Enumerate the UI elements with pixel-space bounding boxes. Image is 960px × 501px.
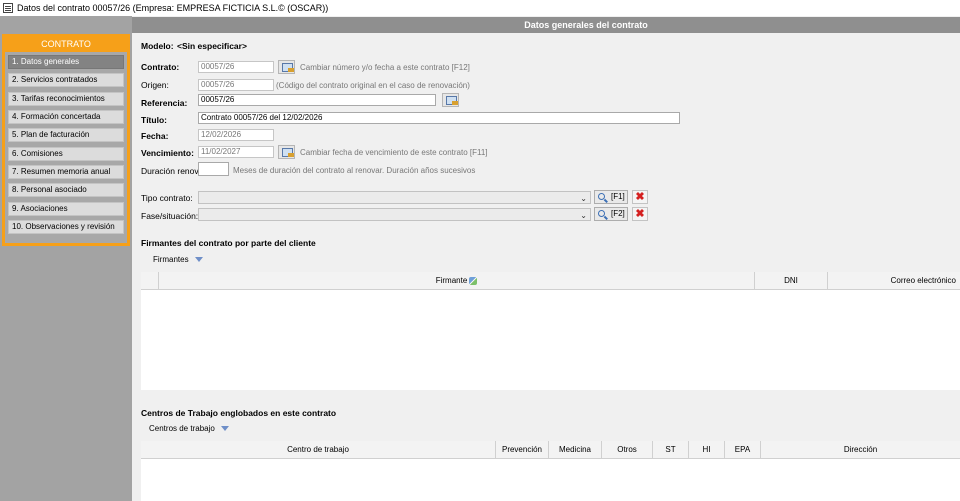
fase-clear-button[interactable]: ✖ [632,207,648,221]
fase-label: Fase/situación: [141,211,199,221]
titulo-field[interactable]: Contrato 00057/26 del 12/02/2026 [198,112,680,124]
duracion-hint: Meses de duración del contrato al renova… [233,166,476,175]
sidebar-item-tarifas[interactable]: 3. Tarifas reconocimientos [8,92,124,106]
column-header-dni[interactable]: DNI [755,272,828,290]
vencimiento-label: Vencimiento: [141,148,194,158]
firmantes-table[interactable]: Firmante DNI Correo electrónico [141,272,960,390]
referencia-button[interactable] [442,93,459,107]
modelo-value[interactable]: <Sin especificar> [177,41,247,51]
referencia-field[interactable]: 00057/26 [198,94,436,106]
centros-dropdown[interactable]: Centros de trabajo [149,424,229,433]
column-header-medicina[interactable]: Medicina [549,441,602,459]
app-icon [3,3,13,13]
tipo-contrato-label: Tipo contrato: [141,193,193,203]
referencia-label: Referencia: [141,98,188,108]
window-title: Datos del contrato 00057/26 (Empresa: EM… [17,3,329,13]
sidebar-item-datos-generales[interactable]: 1. Datos generales [8,55,124,69]
origen-field: 00057/26 [198,79,274,91]
sort-icon [469,276,478,285]
vencimiento-field: 11/02/2027 [198,146,274,158]
column-header-firmante[interactable]: Firmante [159,272,755,290]
dropdown-arrow-icon [194,257,203,263]
sidebar-header: CONTRATO [5,37,127,52]
sidebar-item-facturacion[interactable]: 5. Plan de facturación [8,128,124,142]
column-header-prevencion[interactable]: Prevención [496,441,549,459]
modelo-label: Modelo: [141,41,174,51]
tipo-contrato-clear-button[interactable]: ✖ [632,190,648,204]
tipo-contrato-search-button[interactable]: [F1] [594,190,628,204]
chevron-down-icon: ⌄ [580,194,587,203]
tipo-contrato-select[interactable]: ⌄ [198,191,591,204]
window-titlebar: Datos del contrato 00057/26 (Empresa: EM… [0,0,960,16]
centros-table-header: Centro de trabajo Prevención Medicina Ot… [141,441,960,459]
origen-label: Origen: [141,80,169,90]
column-header-epa[interactable]: EPA [725,441,761,459]
origen-hint: (Código del contrato original en el caso… [276,81,470,90]
sidebar-nav: CONTRATO 1. Datos generales 2. Servicios… [2,34,130,246]
row-selector-header [141,272,159,290]
sidebar-item-asociaciones[interactable]: 9. Asociaciones [8,202,124,216]
column-header-hi[interactable]: HI [689,441,725,459]
dropdown-arrow-icon [220,426,229,432]
vencimiento-hint: Cambiar fecha de vencimiento de este con… [300,148,488,157]
sidebar-item-servicios[interactable]: 2. Servicios contratados [8,73,124,87]
sidebar-item-memoria[interactable]: 7. Resumen memoria anual [8,165,124,179]
titulo-label: Título: [141,115,167,125]
sidebar-item-observaciones[interactable]: 10. Observaciones y revisión [8,220,124,234]
sidebar: CONTRATO 1. Datos generales 2. Servicios… [0,16,132,501]
duracion-label: Duración renov. [141,166,201,176]
contrato-label: Contrato: [141,62,180,72]
contrato-hint: Cambiar número y/o fecha a este contrato… [300,63,470,72]
contrato-field: 00057/26 [198,61,274,73]
duracion-field[interactable] [198,162,229,176]
column-header-st[interactable]: ST [653,441,689,459]
sidebar-item-personal[interactable]: 8. Personal asociado [8,183,124,197]
change-number-button[interactable] [278,60,295,74]
fase-search-button[interactable]: [F2] [594,207,628,221]
change-due-date-button[interactable] [278,145,295,159]
fase-select[interactable]: ⌄ [198,208,591,221]
panel-header: Datos generales del contrato [132,17,960,33]
centros-table[interactable]: Centro de trabajo Prevención Medicina Ot… [141,441,960,501]
column-header-centro[interactable]: Centro de trabajo [141,441,496,459]
main-panel: Datos generales del contrato Modelo: <Si… [132,16,960,501]
fecha-label: Fecha: [141,131,169,141]
sidebar-item-comisiones[interactable]: 6. Comisiones [8,147,124,161]
search-icon [598,210,605,217]
firmantes-table-header: Firmante DNI Correo electrónico [141,272,960,290]
firmantes-section-title: Firmantes del contrato por parte del cli… [141,238,316,248]
firmantes-dropdown[interactable]: Firmantes [153,255,203,264]
column-header-otros[interactable]: Otros [602,441,653,459]
chevron-down-icon: ⌄ [580,211,587,220]
fecha-field: 12/02/2026 [198,129,274,141]
search-icon [598,193,605,200]
column-header-correo[interactable]: Correo electrónico [828,272,960,290]
sidebar-item-formacion[interactable]: 4. Formación concertada [8,110,124,124]
centros-section-title: Centros de Trabajo englobados en este co… [141,408,337,418]
column-header-direccion[interactable]: Dirección [761,441,960,459]
